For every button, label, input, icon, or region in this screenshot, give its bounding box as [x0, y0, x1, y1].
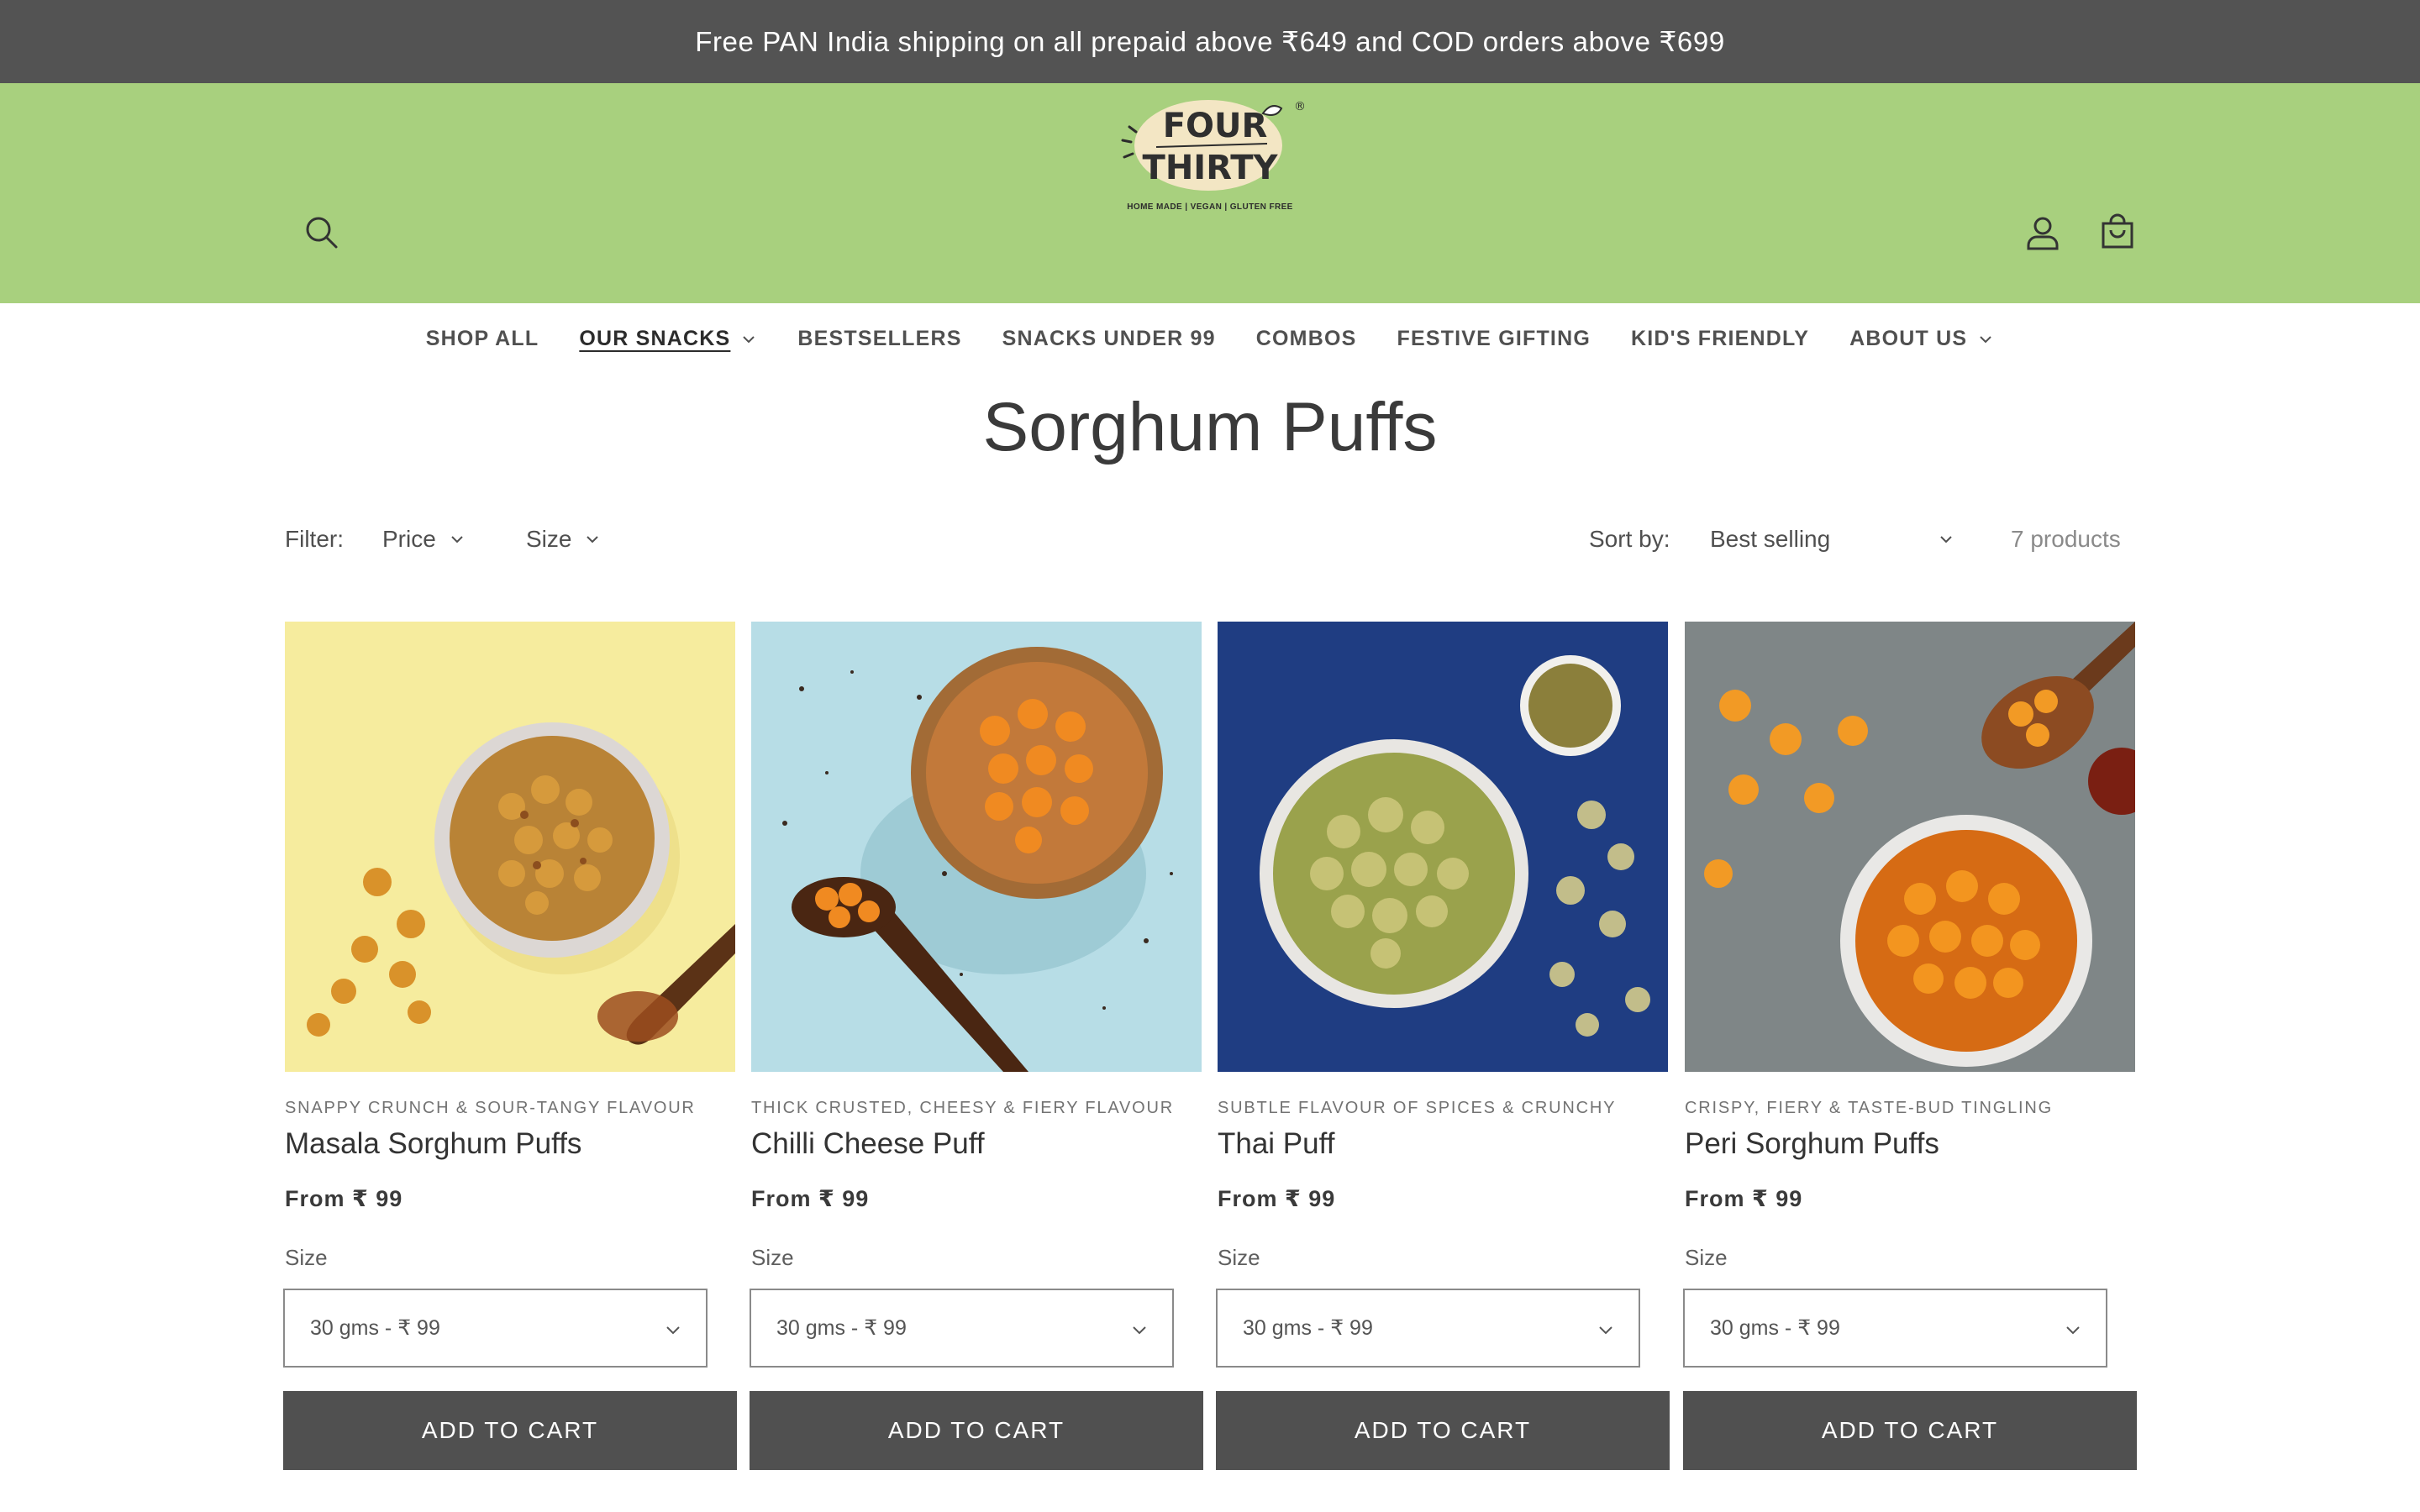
add-to-cart-button[interactable]: ADD TO CART: [750, 1391, 1203, 1470]
site-header: ® FOUR THIRTY HOME MADE | VEGAN | GLUTEN…: [0, 83, 2420, 350]
product-name[interactable]: Thai Puff: [1218, 1127, 1334, 1161]
product-count: 7 products: [2011, 526, 2121, 552]
product-tagline: SUBTLE FLAVOUR OF SPICES & CRUNCHY: [1218, 1099, 1617, 1117]
nav-kids-friendly[interactable]: KID'S FRIENDLY: [1631, 327, 1809, 351]
chevron-down-icon: [1940, 536, 1952, 543]
nav-bestsellers[interactable]: BESTSELLERS: [797, 327, 961, 351]
sort-select[interactable]: Best selling: [1710, 526, 1954, 553]
brand-logo[interactable]: ® FOUR THIRTY HOME MADE | VEGAN | GLUTEN…: [1116, 95, 1306, 223]
product-image[interactable]: [285, 622, 735, 1072]
product-tagline: SNAPPY CRUNCH & SOUR-TANGY FLAVOUR: [285, 1099, 696, 1117]
logo-line2: THIRTY: [1143, 149, 1279, 187]
product-card: SNAPPY CRUNCH & SOUR-TANGY FLAVOUR Masal…: [283, 622, 737, 1512]
chevron-down-icon: [1980, 335, 1991, 343]
chevron-down-icon: [1133, 1326, 1146, 1335]
price-filter[interactable]: Price: [382, 526, 465, 553]
product-price: From ₹ 99: [285, 1186, 403, 1211]
search-icon[interactable]: [301, 212, 343, 254]
product-name[interactable]: Masala Sorghum Puffs: [285, 1127, 581, 1161]
announcement-bar: Free PAN India shipping on all prepaid a…: [0, 0, 2420, 83]
logo-line1: FOUR: [1163, 107, 1268, 145]
add-to-cart-button[interactable]: ADD TO CART: [283, 1391, 737, 1470]
logo-registered: ®: [1294, 100, 1304, 113]
size-filter[interactable]: Size: [526, 526, 600, 553]
size-label: Size: [1218, 1245, 1260, 1270]
chevron-down-icon: [587, 536, 599, 543]
filter-bar: Filter: Price Size Sort by: Best selling…: [285, 526, 2135, 559]
nav-our-snacks[interactable]: OUR SNACKS: [579, 327, 757, 351]
product-name[interactable]: Peri Sorghum Puffs: [1685, 1127, 1939, 1161]
product-tagline: THICK CRUSTED, CHEESY & FIERY FLAVOUR: [751, 1099, 1174, 1117]
size-select[interactable]: 30 gms - ₹ 99: [1216, 1289, 1640, 1368]
size-select[interactable]: 30 gms - ₹ 99: [283, 1289, 708, 1368]
size-label: Size: [1685, 1245, 1728, 1270]
product-name[interactable]: Chilli Cheese Puff: [751, 1127, 985, 1161]
chevron-down-icon: [2066, 1326, 2080, 1335]
announcement-text: Free PAN India shipping on all prepaid a…: [695, 26, 1725, 57]
nav-shop-all[interactable]: SHOP ALL: [426, 327, 539, 351]
sort-label: Sort by:: [1589, 526, 1670, 552]
product-card: SUBTLE FLAVOUR OF SPICES & CRUNCHY Thai …: [1216, 622, 1670, 1512]
add-to-cart-button[interactable]: ADD TO CART: [1683, 1391, 2137, 1470]
product-price: From ₹ 99: [1685, 1186, 1803, 1211]
product-card: THICK CRUSTED, CHEESY & FIERY FLAVOUR Ch…: [750, 622, 1203, 1512]
product-card: CRISPY, FIERY & TASTE-BUD TINGLING Peri …: [1683, 622, 2137, 1512]
cart-icon[interactable]: [2096, 212, 2139, 254]
size-select[interactable]: 30 gms - ₹ 99: [750, 1289, 1174, 1368]
product-image[interactable]: [1218, 622, 1668, 1072]
add-to-cart-button[interactable]: ADD TO CART: [1216, 1391, 1670, 1470]
product-price: From ₹ 99: [751, 1186, 870, 1211]
nav-combos[interactable]: COMBOS: [1256, 327, 1357, 351]
user-icon[interactable]: [2022, 212, 2064, 254]
product-image[interactable]: [751, 622, 1202, 1072]
chevron-down-icon: [1599, 1326, 1612, 1335]
chevron-down-icon: [451, 536, 463, 543]
product-price: From ₹ 99: [1218, 1186, 1336, 1211]
nav-snacks-under-99[interactable]: SNACKS UNDER 99: [1002, 327, 1216, 351]
size-label: Size: [751, 1245, 794, 1270]
page-title: Sorghum Puffs: [982, 389, 1438, 465]
nav-festive-gifting[interactable]: FESTIVE GIFTING: [1397, 327, 1591, 351]
logo-tagline: HOME MADE | VEGAN | GLUTEN FREE: [1127, 202, 1293, 212]
filter-label: Filter:: [285, 526, 344, 552]
product-tagline: CRISPY, FIERY & TASTE-BUD TINGLING: [1685, 1099, 2053, 1117]
size-select[interactable]: 30 gms - ₹ 99: [1683, 1289, 2107, 1368]
chevron-down-icon: [743, 335, 755, 343]
nav-about-us[interactable]: ABOUT US: [1849, 327, 1994, 351]
size-label: Size: [285, 1245, 328, 1270]
product-image[interactable]: [1685, 622, 2135, 1072]
product-grid: SNAPPY CRUNCH & SOUR-TANGY FLAVOUR Masal…: [283, 622, 2137, 1512]
main-nav: SHOP ALL OUR SNACKS BESTSELLERS SNACKS U…: [0, 327, 2420, 351]
chevron-down-icon: [666, 1326, 680, 1335]
